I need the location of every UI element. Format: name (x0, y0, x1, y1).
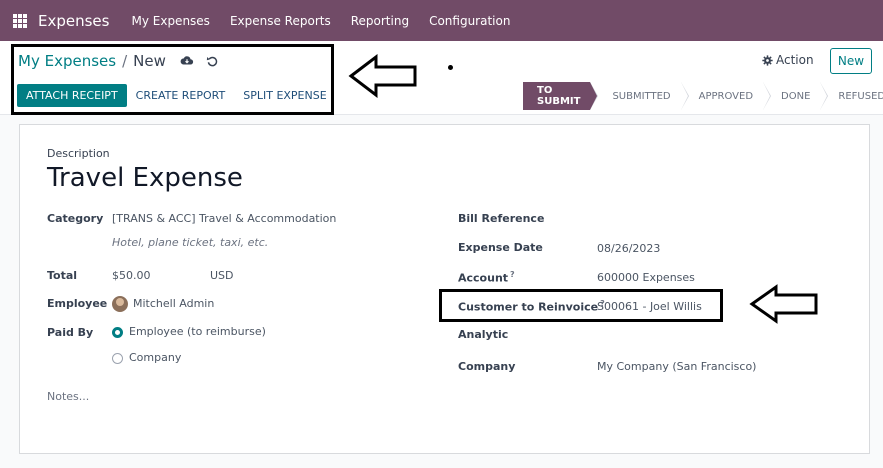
status-bar: TO SUBMIT SUBMITTED APPROVED DONE REFUSE… (523, 82, 883, 110)
employee-label: Employee (47, 297, 108, 310)
description-label: Description (47, 147, 110, 160)
analytic-field[interactable] (597, 328, 797, 342)
paid-by-employee-option[interactable]: Employee (to reimburse) (112, 325, 266, 338)
annotation-dot (448, 65, 453, 70)
stage-label: REFUSED (838, 90, 883, 102)
currency-field[interactable]: USD (210, 269, 234, 282)
bill-reference-field[interactable] (597, 212, 797, 226)
stage-done[interactable]: DONE (763, 82, 829, 110)
app-name[interactable]: Expenses (38, 12, 109, 30)
top-navbar: Expenses My Expenses Expense Reports Rep… (0, 0, 883, 41)
nav-reporting[interactable]: Reporting (351, 14, 409, 28)
nav-configuration[interactable]: Configuration (429, 14, 510, 28)
employee-field[interactable]: Mitchell Admin (112, 296, 214, 312)
nav-expense-reports[interactable]: Expense Reports (230, 14, 331, 28)
annotation-arrow-left-icon (749, 284, 818, 324)
action-label: Action (776, 53, 814, 67)
annotation-box-breadcrumb (11, 44, 334, 115)
help-icon[interactable]: ? (510, 270, 515, 279)
stage-approved[interactable]: APPROVED (680, 82, 772, 110)
employee-name: Mitchell Admin (133, 297, 215, 310)
stage-label: SUBMITTED (612, 90, 671, 102)
nav-my-expenses[interactable]: My Expenses (131, 14, 209, 28)
category-label: Category (47, 212, 104, 225)
new-button[interactable]: New (830, 48, 872, 74)
paid-by-company-option[interactable]: Company (112, 351, 181, 364)
expense-date-field[interactable]: 08/26/2023 (597, 242, 660, 255)
notes-field[interactable]: Notes... (47, 390, 89, 403)
stage-label: APPROVED (698, 90, 754, 102)
company-field[interactable]: My Company (San Francisco) (597, 360, 756, 373)
account-field[interactable]: 600000 Expenses (597, 271, 695, 284)
gear-icon (762, 54, 773, 66)
annotation-box-customer (439, 289, 723, 322)
paid-by-option-label: Employee (to reimburse) (129, 325, 266, 338)
description-field[interactable]: Travel Expense (47, 163, 243, 193)
category-hint: Hotel, plane ticket, taxi, etc. (112, 236, 269, 249)
radio-unselected-icon (112, 352, 123, 364)
paid-by-label: Paid By (47, 326, 94, 339)
action-menu-button[interactable]: Action (762, 53, 814, 67)
expense-date-label: Expense Date (458, 241, 543, 254)
stage-to-submit[interactable]: TO SUBMIT (523, 82, 599, 110)
company-label: Company (458, 360, 516, 373)
annotation-arrow-left-icon (348, 54, 417, 98)
stage-label: TO SUBMIT (537, 85, 581, 107)
stage-refused[interactable]: REFUSED (820, 82, 883, 110)
total-field[interactable]: $50.00 (112, 269, 151, 282)
account-label: Account? (458, 270, 515, 285)
radio-selected-icon (112, 326, 123, 338)
category-field[interactable]: [TRANS & ACC] Travel & Accommodation (112, 212, 336, 225)
paid-by-option-label: Company (129, 351, 182, 364)
analytic-label: Analytic (458, 328, 509, 341)
bill-reference-label: Bill Reference (458, 212, 545, 225)
stage-submitted[interactable]: SUBMITTED (590, 82, 689, 110)
total-label: Total (47, 269, 78, 282)
avatar (112, 296, 128, 312)
stage-label: DONE (781, 90, 811, 102)
apps-menu-icon[interactable] (13, 13, 27, 28)
